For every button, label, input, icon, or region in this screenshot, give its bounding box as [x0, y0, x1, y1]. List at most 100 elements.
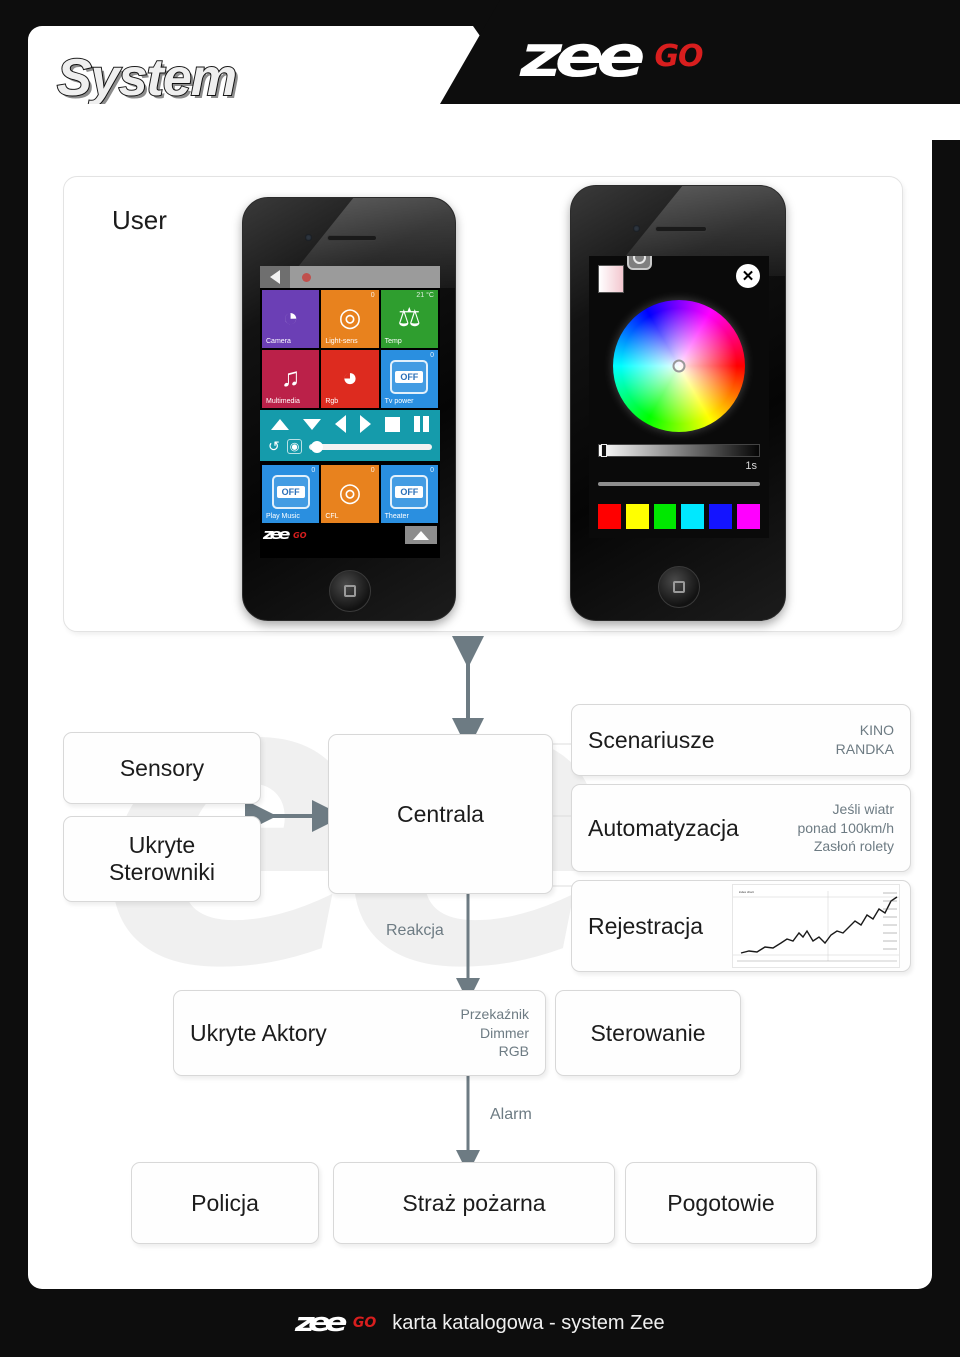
box-centrala[interactable]: Centrala: [328, 734, 553, 894]
app-tile[interactable]: 21 °C ⚖ Temp: [381, 290, 438, 348]
automatyzacja-sub-line3: Zasłoń rolety: [814, 838, 894, 854]
box-sterowanie[interactable]: Sterowanie: [555, 990, 741, 1076]
preset-color-swatch[interactable]: [626, 504, 649, 529]
box-rejestracja[interactable]: Rejestracja index chart: [571, 880, 911, 972]
pause-icon[interactable]: [414, 416, 429, 432]
box-scenariusze-sub: KINO RANDKA: [836, 721, 894, 759]
app-tile-label: Tv power: [385, 398, 414, 405]
app-tile-corner-value: 0: [371, 292, 375, 299]
content-sheet: ee User ◔Camera0◎Light-sens21 °C⚖Temp♫Mu…: [28, 104, 932, 1289]
phone-speaker: [327, 235, 377, 241]
stock-chart-svg: index chart: [733, 885, 900, 968]
box-straz-pozarna[interactable]: Straż pożarna: [333, 1162, 615, 1244]
speed-slider-handle[interactable]: [627, 256, 652, 270]
box-pogotowie[interactable]: Pogotowie: [625, 1162, 817, 1244]
preset-color-swatch[interactable]: [681, 504, 704, 529]
brightness-slider[interactable]: [598, 444, 760, 457]
phone-mockup-rgb-picker: ✕ 1s ✔: [570, 185, 786, 621]
page-title: System: [57, 48, 236, 108]
app-tile[interactable]: ◔ Camera: [262, 290, 319, 348]
tile-grid-bottom: 0OFFPlay Music0◎CFL0OFFTheater: [260, 463, 440, 523]
footer-text: karta katalogowa - system Zee: [392, 1312, 664, 1335]
scenariusze-sub-line2: RANDKA: [836, 741, 894, 757]
box-automatyzacja[interactable]: Automatyzacja Jeśli wiatr ponad 100km/h …: [571, 784, 911, 872]
ukryte-aktory-sub-line1: Przekaźnik: [461, 1006, 529, 1022]
refresh-icon[interactable]: ↺: [268, 438, 280, 455]
app-tile[interactable]: 0◎CFL: [321, 465, 378, 523]
box-sensory[interactable]: Sensory: [63, 732, 261, 804]
app-tile[interactable]: 0 OFF Theater: [381, 465, 438, 523]
box-ukryte-aktory[interactable]: Ukryte Aktory Przekaźnik Dimmer RGB: [173, 990, 546, 1076]
light-sensor-icon: ◎: [339, 479, 362, 505]
brand-logo: zee GO: [520, 22, 703, 90]
app-toolbar: [260, 266, 440, 288]
snapshot-icon[interactable]: ◉: [287, 439, 303, 454]
scenariusze-sub-line1: KINO: [860, 722, 894, 738]
thermometer-icon: ⚖: [398, 304, 421, 330]
color-wheel[interactable]: [613, 300, 745, 432]
rgb-palette-icon: ◕: [342, 364, 358, 390]
preset-color-swatch[interactable]: [737, 504, 760, 529]
svg-text:index chart: index chart: [739, 890, 754, 894]
box-scenariusze[interactable]: Scenariusze KINO RANDKA: [571, 704, 911, 776]
label-alarm: Alarm: [490, 1106, 532, 1124]
box-ukryte-aktory-sub: Przekaźnik Dimmer RGB: [461, 1005, 529, 1062]
close-icon[interactable]: ✕: [736, 264, 760, 288]
app-tile-label: Temp: [385, 338, 402, 345]
footer-brand-logo-go: GO: [353, 1315, 376, 1331]
page-footer: zee GO karta katalogowa - system Zee: [0, 1289, 960, 1357]
light-sensor-icon: ◎: [339, 304, 362, 330]
box-ukryte-sterowniki[interactable]: Ukryte Sterowniki: [63, 816, 261, 902]
footer-brand-logo-zee: zee: [295, 1308, 341, 1338]
scroll-up-button[interactable]: [405, 526, 437, 544]
app-tile[interactable]: 0◎Light-sens: [321, 290, 378, 348]
app-tile-corner-value: 0: [311, 467, 315, 474]
camera-dome-icon: ◔: [283, 304, 299, 330]
preset-color-swatch[interactable]: [598, 504, 621, 529]
record-dot-icon[interactable]: [302, 273, 311, 282]
app-brand-bar: zee GO: [260, 523, 440, 547]
user-panel: User ◔Camera0◎Light-sens21 °C⚖Temp♫Multi…: [63, 176, 903, 632]
up-arrow-icon[interactable]: [271, 419, 289, 430]
left-arrow-icon[interactable]: [335, 415, 346, 433]
brightness-slider-handle[interactable]: [601, 444, 607, 457]
stop-icon[interactable]: [385, 417, 400, 432]
phone-camera-icon: [305, 234, 312, 241]
automatyzacja-sub-line1: Jeśli wiatr: [833, 801, 894, 817]
box-automatyzacja-label: Automatyzacja: [588, 815, 739, 842]
preset-color-swatch[interactable]: [654, 504, 677, 529]
app-brand-logo: zee GO: [263, 527, 307, 543]
app-tile[interactable]: 0OFFTv power: [381, 350, 438, 408]
preset-color-swatches: [598, 504, 760, 529]
switch-state-label: OFF: [395, 486, 423, 498]
box-policja-label: Policja: [191, 1190, 259, 1217]
volume-slider[interactable]: [309, 444, 432, 450]
phone2-screen: ✕ 1s ✔: [589, 256, 769, 538]
app-tile-label: Multimedia: [266, 398, 300, 405]
app-tile[interactable]: ♫ Multimedia: [262, 350, 319, 408]
app-tile-corner-value: 0: [430, 467, 434, 474]
volume-slider-handle[interactable]: [311, 441, 323, 453]
box-policja[interactable]: Policja: [131, 1162, 319, 1244]
phone-home-button[interactable]: [329, 570, 371, 612]
ukryte-aktory-sub-line3: RGB: [499, 1043, 529, 1059]
app-tile-corner-value: 21 °C: [416, 292, 434, 299]
right-arrow-icon[interactable]: [360, 415, 371, 433]
app-tile-label: Theater: [385, 513, 409, 520]
app-tile-corner-value: 0: [371, 467, 375, 474]
switch-icon[interactable]: OFF: [390, 360, 428, 394]
brand-logo-zee: zee: [520, 22, 638, 90]
app-tile-label: Camera: [266, 338, 291, 345]
speed-slider[interactable]: [598, 482, 760, 486]
app-tile[interactable]: 0OFFPlay Music: [262, 465, 319, 523]
preset-color-swatch[interactable]: [709, 504, 732, 529]
music-note-icon: ♫: [281, 364, 301, 390]
back-arrow-icon[interactable]: [260, 266, 290, 288]
app-tile[interactable]: ◕Rgb: [321, 350, 378, 408]
switch-icon[interactable]: OFF: [390, 475, 428, 509]
down-arrow-icon[interactable]: [303, 419, 321, 430]
tile-grid-top: ◔Camera0◎Light-sens21 °C⚖Temp♫Multimedia…: [260, 288, 440, 408]
switch-icon[interactable]: OFF: [272, 475, 310, 509]
color-wheel-cursor[interactable]: [673, 360, 686, 373]
phone-home-button[interactable]: [658, 566, 700, 608]
